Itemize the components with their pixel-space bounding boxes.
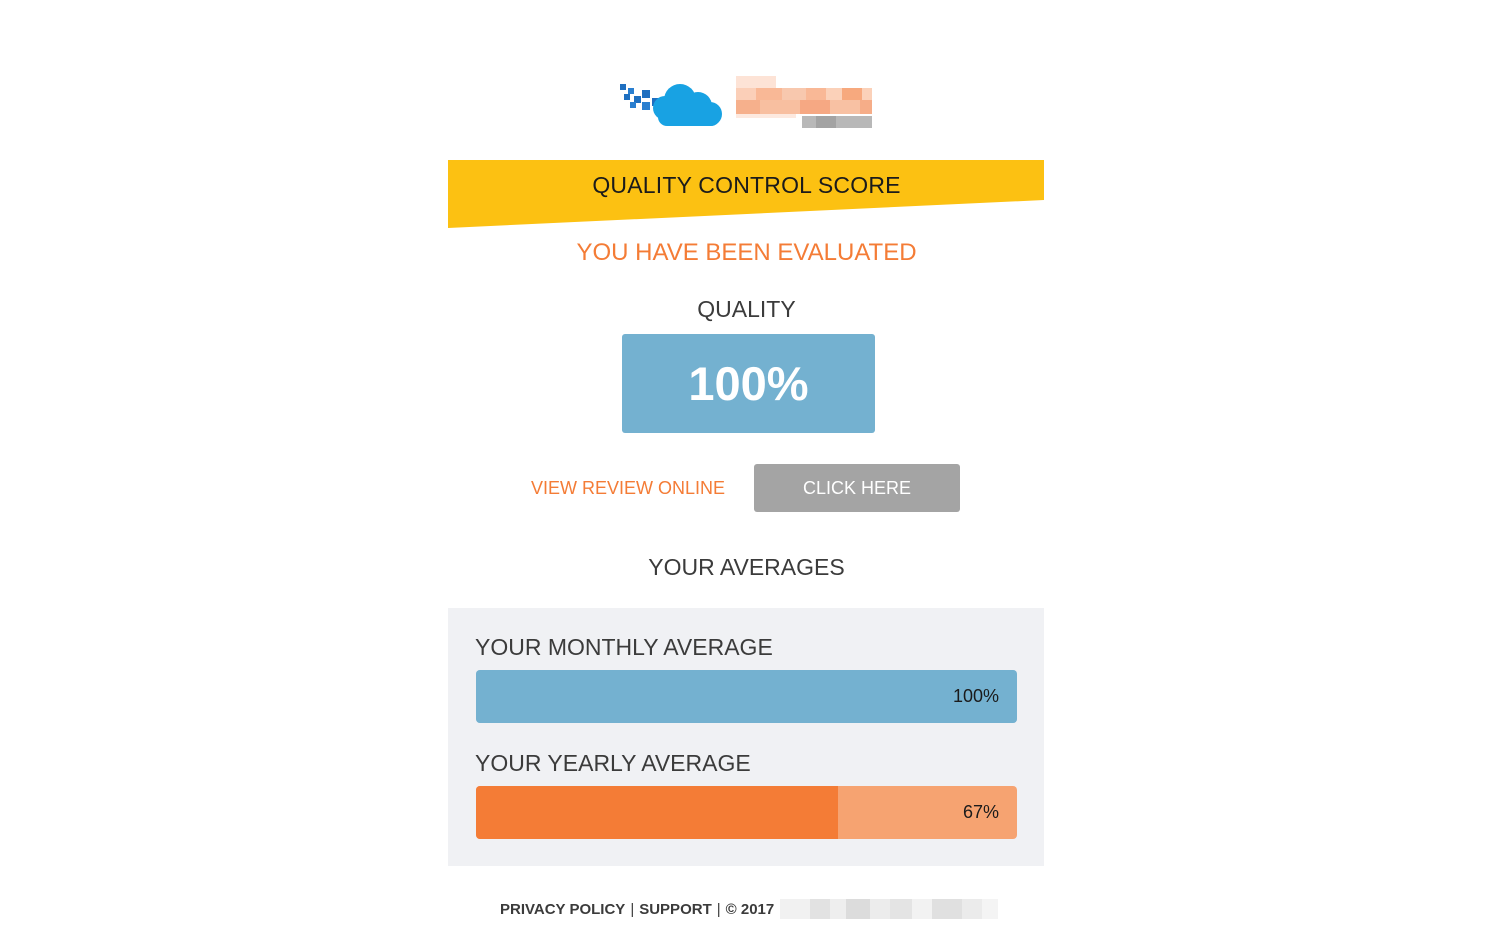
company-logo [618,72,878,134]
cloud-logo-icon [620,76,872,128]
click-here-button[interactable]: CLICK HERE [754,464,960,512]
yearly-average-label: YOUR YEARLY AVERAGE [475,750,751,776]
evaluated-headline: YOU HAVE BEEN EVALUATED [576,239,917,266]
email-page: QUALITY CONTROL SCORE YOU HAVE BEEN EVAL… [0,0,1500,950]
banner-title: QUALITY CONTROL SCORE [592,172,901,198]
averages-panel: YOUR MONTHLY AVERAGE 100% YOUR YEARLY AV… [448,608,1044,866]
footer-separator: | [716,900,721,918]
click-here-label: CLICK HERE [802,477,912,498]
yearly-average-value: 67% [962,802,999,822]
monthly-average-label: YOUR MONTHLY AVERAGE [475,634,773,660]
view-review-link[interactable]: VIEW REVIEW ONLINE [531,478,725,499]
monthly-average-value: 100% [952,686,999,706]
copyright-text: © 2017 [725,900,775,918]
yearly-average-bar: 67% [476,786,1017,839]
monthly-average-bar: 100% [476,670,1017,723]
quality-score-value: 100% [688,357,809,410]
quality-label: QUALITY [697,296,796,322]
monthly-average-fill [476,670,1017,723]
yearly-average-fill [476,786,839,839]
support-link[interactable]: SUPPORT [639,901,712,918]
footer-separator: | [630,900,635,918]
privacy-policy-link[interactable]: PRIVACY POLICY [500,901,625,918]
footer: PRIVACY POLICY | SUPPORT | © 2017 [500,897,999,921]
redacted-company-name [780,897,999,921]
averages-title: YOUR AVERAGES [648,554,845,580]
quality-score-box: 100% [622,334,875,433]
